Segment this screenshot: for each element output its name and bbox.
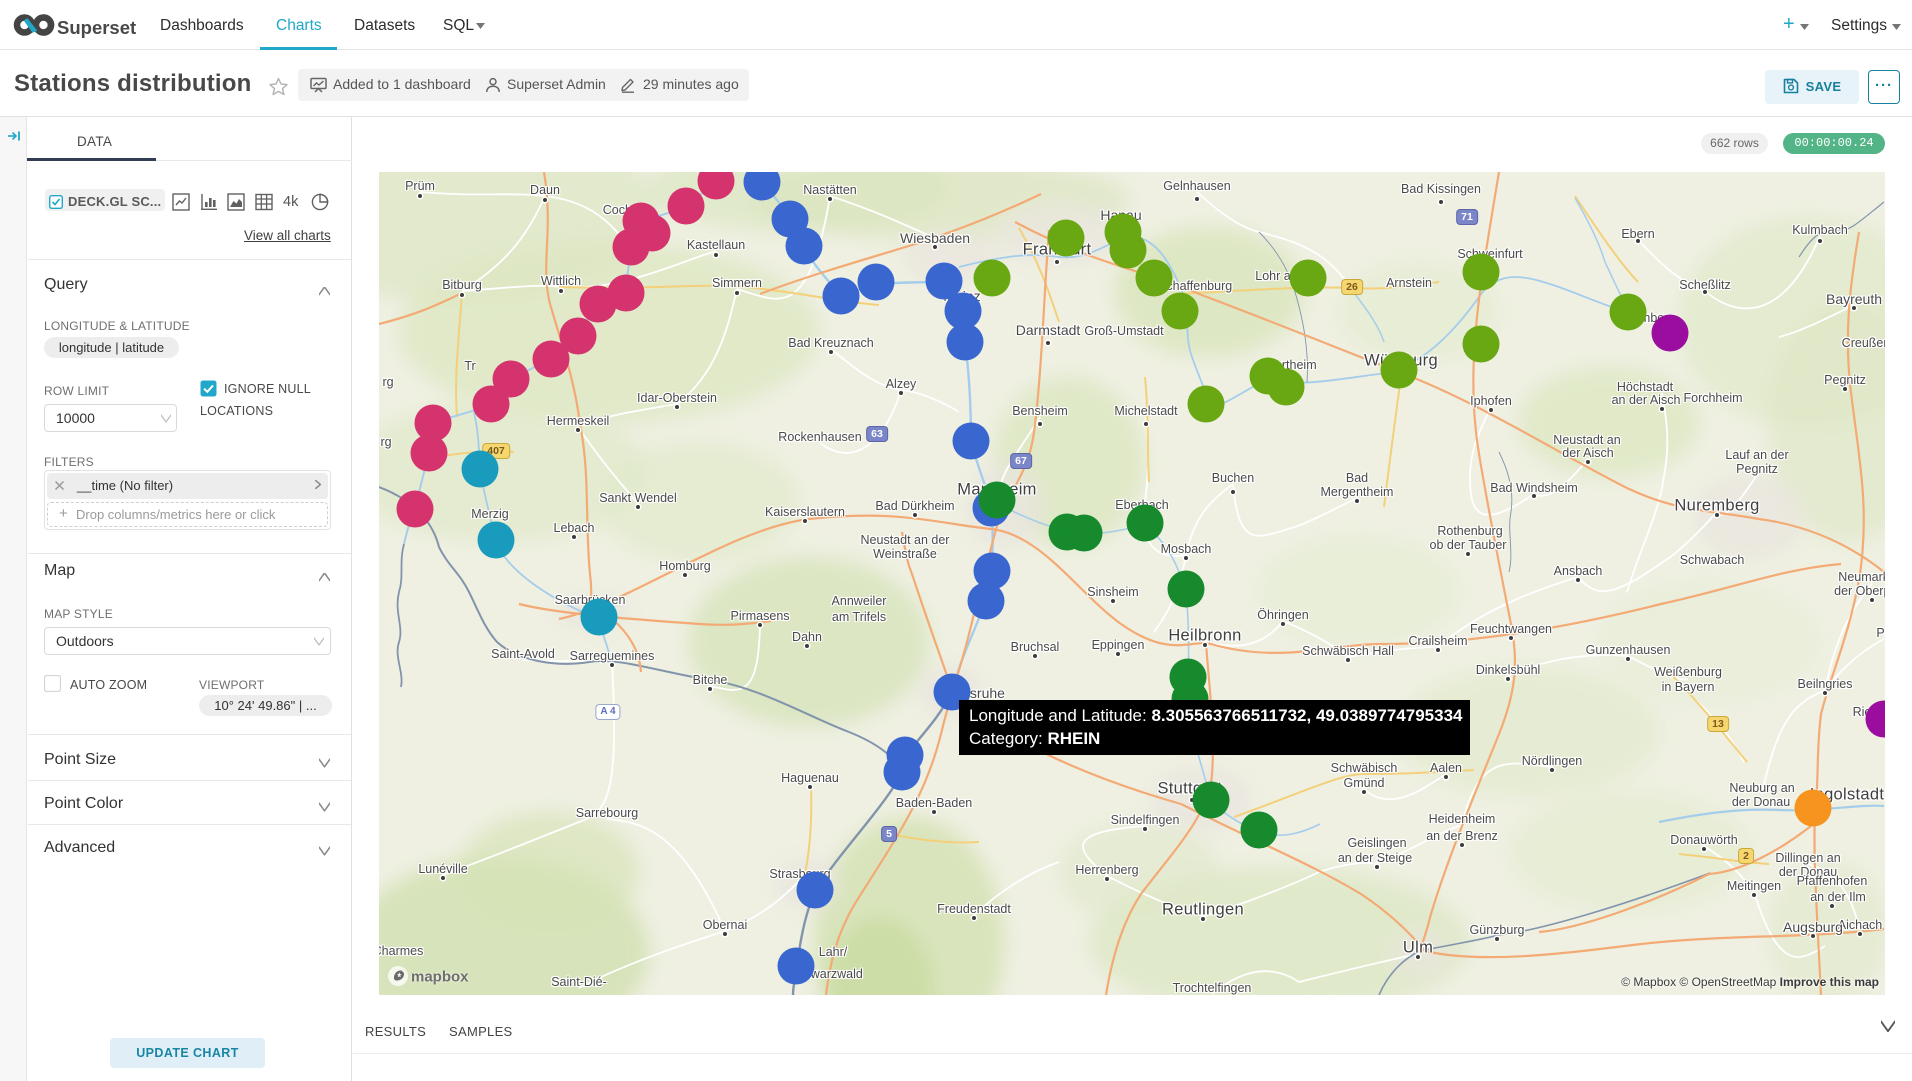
svg-text:mapbox: mapbox [411,969,469,986]
